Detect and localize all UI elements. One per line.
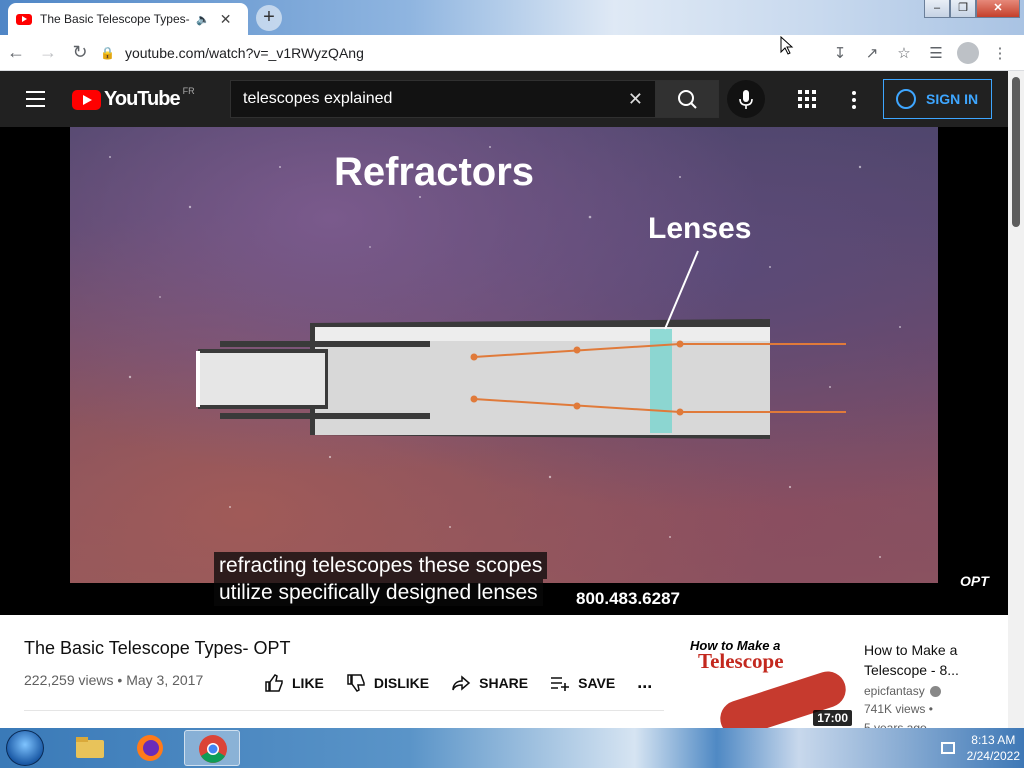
account-icon [896, 89, 916, 109]
video-meta: 222,259 views • May 3, 2017 [24, 672, 203, 688]
caption-line-2: utilize specifically designed lenses [214, 579, 543, 606]
mouse-cursor-icon [780, 36, 794, 55]
caption-line-1: refracting telescopes these scopes [214, 552, 548, 579]
folder-icon [76, 737, 104, 758]
chrome-menu-icon[interactable]: ⋮ [984, 44, 1016, 62]
recommended-age: 5 years ago [864, 721, 927, 728]
recommended-views: 741K views • [864, 702, 933, 716]
slide-title: Refractors [333, 150, 535, 194]
upload-date: May 3, 2017 [126, 672, 204, 688]
sign-in-label: SIGN IN [926, 91, 979, 107]
tab-title: The Basic Telescope Types- OPT [40, 12, 190, 26]
url-text: youtube.com/watch?v=_v1RWyzQAng [124, 44, 364, 61]
search-icon [678, 90, 697, 109]
speaker-icon[interactable]: 🔈 [196, 13, 210, 26]
phone-number: 800.483.6287 [576, 589, 680, 608]
telescope-illustration [109, 146, 901, 558]
recommended-thumbnail[interactable]: How to Make a Telescope 17:00 [688, 638, 856, 728]
voice-search-button[interactable] [727, 80, 765, 118]
browser-toolbar: ← → ↻ 🔒 youtube.com/watch?v=_v1RWyzQAng … [0, 35, 1024, 71]
share-label: SHARE [479, 674, 529, 691]
dislike-button[interactable]: DISLIKE [346, 673, 429, 693]
meta-separator: • [117, 672, 127, 688]
clear-search-icon[interactable]: ✕ [628, 89, 643, 110]
youtube-favicon-icon [16, 13, 32, 25]
apps-grid-icon[interactable] [798, 90, 816, 108]
thumbnail-text-line-2: Telescope [698, 649, 784, 673]
logo-text: YouTube [104, 88, 181, 110]
thumbs-up-icon [265, 673, 283, 692]
youtube-play-icon [72, 89, 101, 110]
share-arrow-icon [452, 674, 471, 691]
firefox-icon [137, 735, 163, 761]
like-label: LIKE [292, 674, 324, 691]
info-divider [24, 710, 664, 711]
forward-button[interactable]: → [32, 42, 64, 63]
channel-name: epicfantasy [864, 684, 925, 698]
dislike-label: DISLIKE [373, 674, 430, 691]
chrome-icon [199, 735, 227, 763]
minimize-button[interactable]: – [924, 0, 950, 18]
share-button[interactable]: SHARE [451, 673, 528, 693]
toolbar-icons: ↧ ↗ ☆ ☰ ⋮ [824, 35, 1016, 71]
close-tab-icon[interactable]: ✕ [220, 11, 232, 28]
video-captions: refracting telescopes these scopes utili… [214, 552, 548, 606]
system-tray: 8:13 AM 2/24/2022 [940, 732, 1020, 764]
region-code: FR [182, 85, 195, 96]
share-icon[interactable]: ↗ [856, 44, 888, 62]
media-control-icon[interactable]: ☰ [920, 44, 952, 62]
video-frame[interactable] [70, 127, 938, 583]
thumbs-down-icon [347, 673, 365, 692]
tab-strip: The Basic Telescope Types- OPT 🔈 ✕ + – ❐… [0, 0, 1024, 35]
firefox-taskbar-button[interactable] [122, 730, 178, 766]
profile-avatar[interactable] [957, 42, 979, 64]
back-button[interactable]: ← [0, 42, 32, 63]
network-icon[interactable] [940, 742, 955, 754]
address-bar[interactable]: 🔒 youtube.com/watch?v=_v1RWyzQAng [100, 39, 820, 67]
bookmark-star-icon[interactable]: ☆ [888, 44, 920, 62]
chrome-taskbar-button[interactable] [184, 730, 240, 766]
new-tab-button[interactable]: + [256, 5, 282, 31]
sign-in-button[interactable]: SIGN IN [883, 79, 992, 119]
recommended-title[interactable]: How to Make a Telescope - 8... [864, 640, 994, 680]
explorer-taskbar-button[interactable] [62, 730, 118, 766]
video-title: The Basic Telescope Types- OPT [24, 638, 291, 658]
windows-taskbar: 8:13 AM 2/24/2022 [0, 728, 1024, 768]
like-button[interactable]: LIKE [264, 673, 324, 693]
install-icon[interactable]: ↧ [824, 44, 856, 62]
search-input[interactable]: telescopes explained ✕ [230, 80, 656, 118]
video-duration: 17:00 [813, 710, 852, 726]
save-button[interactable]: SAVE [550, 673, 615, 693]
save-label: SAVE [578, 674, 616, 691]
youtube-logo[interactable]: YouTube FR [72, 85, 195, 111]
window-controls: – ❐ ✕ [924, 0, 1020, 18]
clock-date: 2/24/2022 [966, 749, 1020, 763]
microphone-icon [739, 90, 753, 109]
scrollbar-thumb[interactable] [1012, 77, 1020, 227]
view-count: 222,259 views [24, 672, 114, 688]
close-window-button[interactable]: ✕ [976, 0, 1020, 18]
opt-watermark: OPT [960, 573, 989, 589]
restore-button[interactable]: ❐ [950, 0, 976, 18]
video-actions: LIKE DISLIKE SHARE SAVE ... [264, 672, 652, 693]
verified-icon [929, 685, 941, 697]
settings-more-icon[interactable] [850, 90, 858, 110]
system-clock[interactable]: 8:13 AM 2/24/2022 [967, 732, 1020, 764]
lock-icon[interactable]: 🔒 [100, 46, 115, 60]
page-scrollbar[interactable] [1008, 71, 1024, 728]
more-actions-button[interactable]: ... [637, 672, 652, 693]
playlist-add-icon [551, 676, 570, 691]
search-query: telescopes explained [243, 90, 393, 107]
menu-icon[interactable] [26, 91, 45, 107]
search-button[interactable] [655, 80, 719, 118]
clock-time: 8:13 AM [971, 733, 1016, 747]
reload-button[interactable]: ↻ [64, 42, 96, 63]
browser-tab[interactable]: The Basic Telescope Types- OPT 🔈 ✕ [8, 3, 248, 35]
slide-label: Lenses [648, 212, 752, 245]
recommended-channel[interactable]: epicfantasy [864, 684, 941, 698]
start-button[interactable] [6, 730, 44, 766]
